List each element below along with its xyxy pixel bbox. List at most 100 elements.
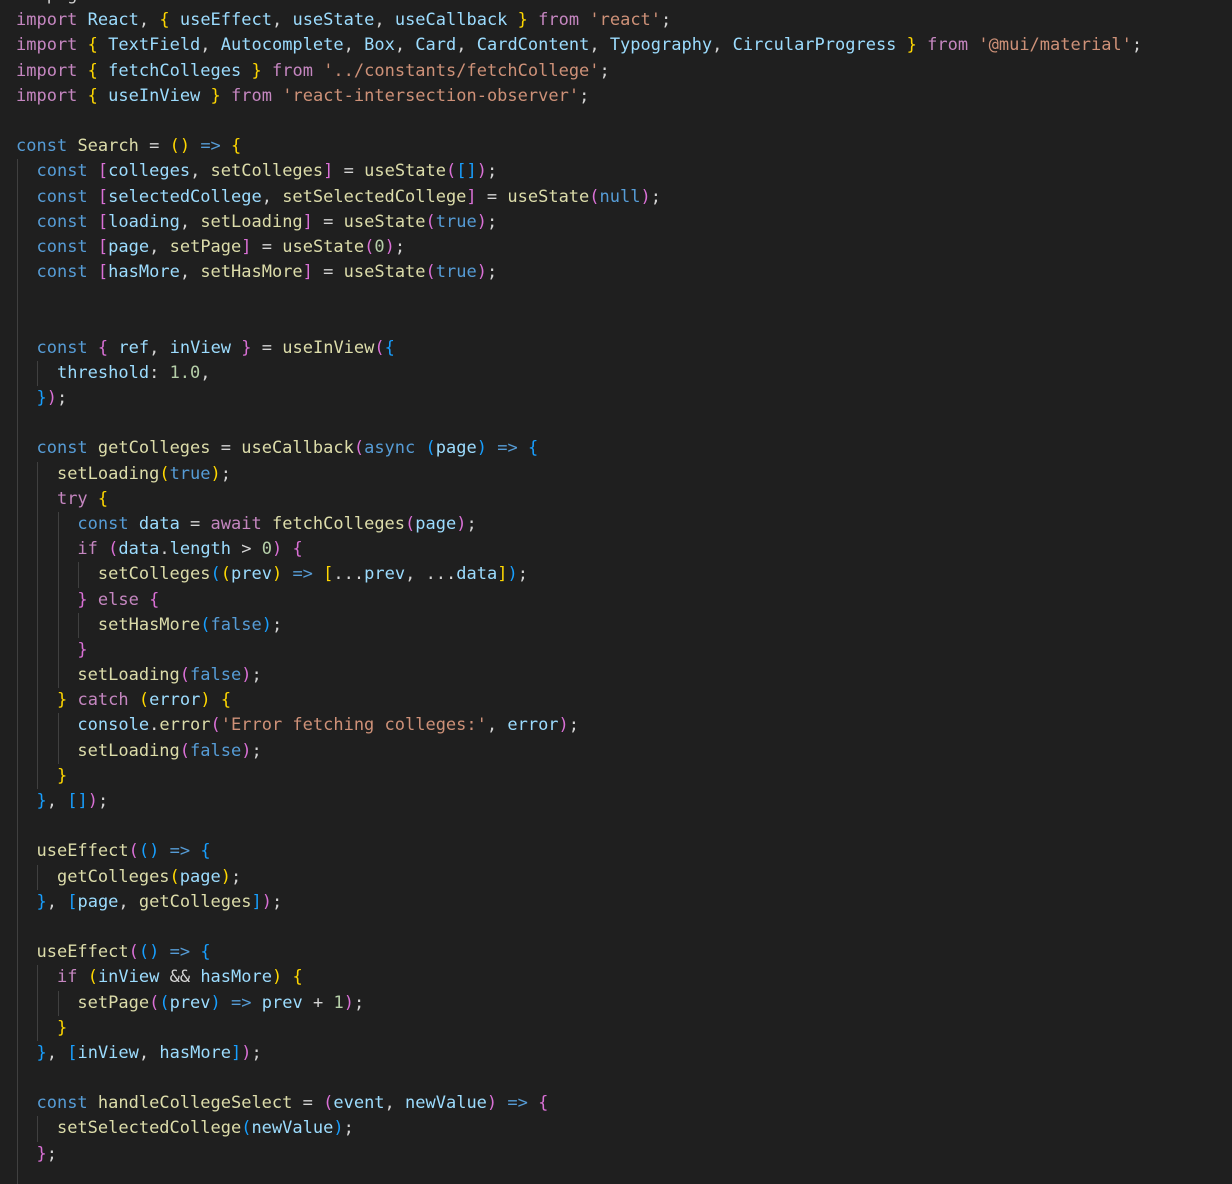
code-line[interactable]: const [page, setPage] = useState(0); bbox=[16, 234, 1142, 261]
code-line[interactable]: setSelectedCollege(newValue); bbox=[16, 1116, 1142, 1142]
code-line[interactable]: setLoading(true); bbox=[16, 461, 1142, 487]
code-line[interactable]: const handleCollegeSelect = (event, newV… bbox=[16, 1091, 1142, 1117]
indent-guide bbox=[17, 914, 18, 941]
code-token: CardContent bbox=[476, 35, 590, 56]
code-token: ( bbox=[425, 211, 436, 232]
code-token: ; bbox=[251, 740, 262, 761]
code-line[interactable]: import { useInView } from 'react-interse… bbox=[16, 84, 1142, 109]
indent-guide bbox=[17, 789, 18, 815]
code-token: const bbox=[36, 161, 88, 182]
indent-guide bbox=[37, 663, 39, 689]
code-line[interactable] bbox=[16, 310, 1142, 336]
code-token: prev bbox=[364, 564, 406, 585]
code-token: ] bbox=[231, 1042, 242, 1063]
code-token: length bbox=[169, 539, 232, 560]
code-line[interactable]: import React, { useEffect, useState, use… bbox=[16, 8, 1142, 33]
code-line[interactable]: const [hasMore, setHasMore] = useState(t… bbox=[16, 260, 1142, 286]
code-token: try bbox=[56, 488, 88, 509]
code-token: ( bbox=[210, 715, 221, 736]
code-token: useState bbox=[343, 262, 426, 283]
code-line[interactable]: const Search = () => { bbox=[16, 134, 1142, 159]
indent-guide bbox=[17, 1166, 18, 1184]
code-line[interactable]: const { ref, inView } = useInView({ bbox=[16, 335, 1142, 361]
code-token: 0 bbox=[374, 236, 385, 257]
code-token: if bbox=[56, 967, 78, 988]
code-token: , bbox=[46, 1042, 68, 1063]
code-token: + bbox=[302, 992, 334, 1013]
code-token: , bbox=[46, 891, 68, 912]
indent-guide bbox=[17, 763, 18, 789]
code-line[interactable]: useEffect(() => { bbox=[16, 940, 1142, 966]
code-line[interactable] bbox=[16, 109, 1142, 134]
code-token: [ bbox=[323, 564, 334, 585]
code-token: getColleges bbox=[56, 866, 170, 887]
code-token: , bbox=[271, 10, 293, 31]
code-line[interactable]: setLoading(false); bbox=[16, 663, 1142, 689]
code-line[interactable]: if (inView && hasMore) { bbox=[16, 965, 1142, 991]
code-line[interactable]: setLoading(false); bbox=[16, 738, 1142, 764]
code-token: await bbox=[210, 513, 262, 534]
code-line[interactable]: }, []); bbox=[16, 789, 1142, 815]
code-line[interactable] bbox=[16, 411, 1142, 437]
code-line[interactable]: getColleges(page); bbox=[16, 864, 1142, 890]
code-line[interactable]: setHasMore(false); bbox=[16, 612, 1142, 638]
code-line[interactable]: setColleges((prev) => [...prev, ...data]… bbox=[16, 562, 1142, 588]
code-line[interactable] bbox=[16, 814, 1142, 840]
indent-guide bbox=[17, 511, 18, 538]
code-line[interactable]: } catch (error) { bbox=[16, 688, 1142, 714]
code-line[interactable]: setPage((prev) => prev + 1); bbox=[16, 990, 1142, 1016]
code-token: '../constants/fetchCollege' bbox=[323, 60, 600, 81]
code-line[interactable] bbox=[16, 285, 1142, 311]
code-line[interactable]: } bbox=[16, 763, 1142, 789]
code-token: '@mui/material' bbox=[978, 35, 1132, 56]
code-line[interactable]: try { bbox=[16, 486, 1142, 512]
code-editor[interactable]: page = import React, { useEffect, useSta… bbox=[0, 0, 1232, 1184]
indent-guide bbox=[37, 612, 39, 638]
code-token: , bbox=[179, 262, 201, 283]
code-token: ) bbox=[343, 992, 354, 1013]
code-line[interactable]: }, [inView, hasMore]); bbox=[16, 1040, 1142, 1067]
code-line[interactable]: useEffect(() => { bbox=[16, 839, 1142, 865]
code-token: , ... bbox=[405, 564, 457, 585]
code-line[interactable]: } bbox=[16, 637, 1142, 664]
code-line[interactable]: }; bbox=[16, 1141, 1142, 1167]
code-line[interactable] bbox=[16, 1166, 1142, 1184]
code-token: ) bbox=[271, 564, 283, 585]
code-token: ; bbox=[272, 891, 283, 912]
code-token: fetchColleges bbox=[271, 513, 406, 534]
code-line[interactable]: if (data.length > 0) { bbox=[16, 537, 1142, 563]
code-line[interactable]: const [selectedCollege, setSelectedColle… bbox=[16, 184, 1142, 210]
code-token: } bbox=[36, 388, 47, 408]
code-line[interactable]: } else { bbox=[16, 587, 1142, 613]
code-line[interactable]: const [colleges, setColleges] = useState… bbox=[16, 159, 1142, 185]
code-line[interactable]: threshold: 1.0, bbox=[16, 360, 1142, 386]
code-token: page bbox=[415, 513, 457, 534]
code-line[interactable]: }, [page, getColleges]); bbox=[16, 889, 1142, 915]
code-token: if bbox=[77, 539, 98, 560]
code-line[interactable]: }); bbox=[16, 386, 1142, 412]
code-line[interactable]: page = bbox=[16, 0, 1142, 8]
code-line[interactable]: } bbox=[16, 1015, 1142, 1041]
code-line[interactable]: const data = await fetchColleges(page); bbox=[16, 511, 1142, 538]
code-line[interactable]: const getColleges = useCallback(async (p… bbox=[16, 436, 1142, 462]
code-token: useCallback bbox=[241, 438, 354, 459]
code-line[interactable]: console.error('Error fetching colleges:'… bbox=[16, 713, 1142, 739]
code-line[interactable]: import { fetchColleges } from '../consta… bbox=[16, 59, 1142, 84]
code-line[interactable]: import { TextField, Autocomplete, Box, C… bbox=[16, 33, 1142, 58]
code-line[interactable] bbox=[16, 1066, 1142, 1092]
code-line[interactable] bbox=[16, 914, 1142, 941]
code-line[interactable]: const [loading, setLoading] = useState(t… bbox=[16, 209, 1142, 235]
code-lines[interactable]: page = import React, { useEffect, useSta… bbox=[16, 0, 1142, 1184]
code-token: [] bbox=[67, 791, 88, 811]
code-token: ; bbox=[46, 1143, 57, 1164]
